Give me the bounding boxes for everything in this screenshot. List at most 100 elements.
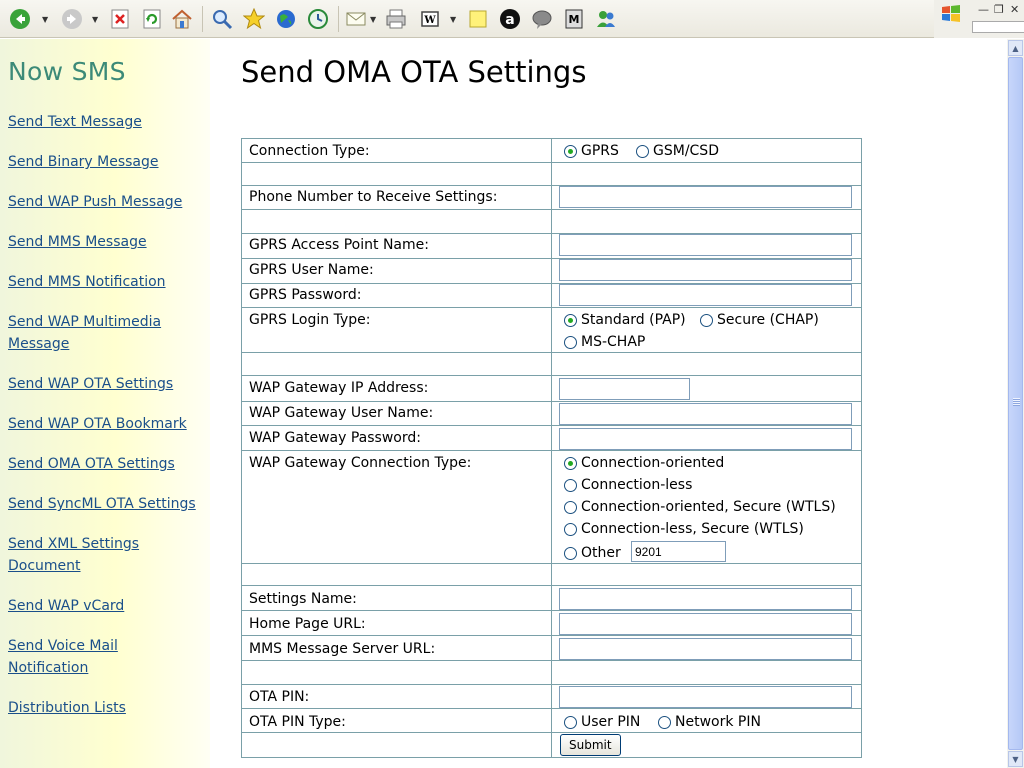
page-title: Send OMA OTA Settings [241, 55, 587, 89]
back-dropdown-icon[interactable]: ▼ [42, 15, 48, 24]
nav-distribution-lists[interactable]: Distribution Lists [8, 697, 208, 719]
label-wap-gateway-user: WAP Gateway User Name: [249, 405, 434, 421]
nav-send-syncml-ota-settings[interactable]: Send SyncML OTA Settings [8, 493, 208, 515]
label-wap-gateway-conn-type: WAP Gateway Connection Type: [249, 455, 472, 471]
nav-send-wap-push-message[interactable]: Send WAP Push Message [8, 191, 208, 213]
label-wap-gateway-password: WAP Gateway Password: [249, 430, 421, 446]
radio-other[interactable]: Other [564, 545, 621, 561]
ota-pin-input[interactable] [559, 686, 852, 708]
radio-network-pin[interactable]: Network PIN [658, 714, 761, 730]
gprs-password-input[interactable] [559, 284, 852, 306]
radio-unchecked-icon[interactable] [564, 500, 577, 514]
radio-connection-oriented-wtls[interactable]: Connection-oriented, Secure (WTLS) [564, 499, 836, 515]
nav-send-oma-ota-settings[interactable]: Send OMA OTA Settings [8, 453, 208, 475]
nav-send-wap-ota-settings[interactable]: Send WAP OTA Settings [8, 373, 208, 395]
radio-unchecked-icon[interactable] [658, 715, 671, 729]
nav-send-wap-vcard[interactable]: Send WAP vCard [8, 595, 208, 617]
radio-unchecked-icon[interactable] [564, 335, 577, 349]
vertical-scrollbar[interactable]: ▲ ▼ [1007, 39, 1024, 768]
note-icon[interactable] [466, 7, 490, 31]
ota-settings-form: Connection Type: Phone Number to Receive… [241, 138, 862, 758]
label-gprs-user: GPRS User Name: [249, 262, 374, 278]
label-ota-pin: OTA PIN: [249, 689, 310, 705]
label-phone-number: Phone Number to Receive Settings: [249, 189, 498, 205]
radio-gsm-csd[interactable]: GSM/CSD [636, 143, 719, 159]
discuss-icon[interactable] [530, 7, 554, 31]
back-icon[interactable] [8, 7, 32, 31]
window-controls: — ❐ ✕ [934, 0, 1024, 38]
radio-unchecked-icon[interactable] [564, 715, 577, 729]
radio-connection-oriented[interactable]: Connection-oriented [564, 455, 724, 471]
scroll-grip [1013, 398, 1020, 406]
home-page-url-input[interactable] [559, 613, 852, 635]
label-settings-name: Settings Name: [249, 591, 357, 607]
settings-name-input[interactable] [559, 588, 852, 610]
favorites-icon[interactable] [242, 7, 266, 31]
minimize-icon[interactable]: — [978, 3, 989, 16]
mail-dropdown-icon[interactable]: ▼ [370, 15, 376, 24]
address-bar-fragment[interactable] [972, 21, 1024, 33]
search-icon[interactable] [210, 7, 234, 31]
amazon-icon[interactable]: a [498, 7, 522, 31]
wap-gateway-user-input[interactable] [559, 403, 852, 425]
nav-send-text-message[interactable]: Send Text Message [8, 111, 208, 133]
radio-user-pin[interactable]: User PIN [564, 714, 640, 730]
label-gprs-apn: GPRS Access Point Name: [249, 237, 429, 253]
mail-icon[interactable] [344, 7, 368, 31]
phone-number-input[interactable] [559, 186, 852, 208]
radio-unchecked-icon[interactable] [564, 522, 577, 536]
forward-icon[interactable] [60, 7, 84, 31]
windows-logo-icon [942, 5, 960, 22]
wap-gateway-ip-input[interactable] [559, 378, 690, 400]
svg-text:W: W [423, 15, 436, 26]
radio-standard-pap[interactable]: Standard (PAP) [564, 312, 686, 328]
nav-send-xml-settings-document[interactable]: Send XML Settings Document [8, 533, 158, 577]
stop-icon[interactable] [108, 7, 132, 31]
radio-ms-chap[interactable]: MS-CHAP [564, 334, 645, 350]
nav-send-voice-mail-notification[interactable]: Send Voice Mail Notification [8, 635, 158, 679]
nav-send-wap-ota-bookmark[interactable]: Send WAP OTA Bookmark [8, 413, 208, 435]
nav-send-mms-notification[interactable]: Send MMS Notification [8, 271, 208, 293]
label-home-page-url: Home Page URL: [249, 616, 366, 632]
history-icon[interactable] [306, 7, 330, 31]
label-mms-server-url: MMS Message Server URL: [249, 641, 436, 657]
home-icon[interactable] [170, 7, 194, 31]
submit-button[interactable]: Submit [560, 734, 621, 756]
nav-send-binary-message[interactable]: Send Binary Message [8, 151, 208, 173]
edit-icon[interactable]: W [418, 7, 442, 31]
scroll-down-icon[interactable]: ▼ [1008, 751, 1023, 767]
radio-checked-icon[interactable] [564, 313, 577, 327]
radio-connection-less[interactable]: Connection-less [564, 477, 692, 493]
nav-send-wap-multimedia-message[interactable]: Send WAP Multimedia Message [8, 311, 178, 355]
refresh-icon[interactable] [140, 7, 164, 31]
radio-secure-chap[interactable]: Secure (CHAP) [700, 312, 819, 328]
gprs-apn-input[interactable] [559, 234, 852, 256]
label-gprs-login-type: GPRS Login Type: [249, 312, 371, 328]
restore-icon[interactable]: ❐ [994, 3, 1004, 16]
print-icon[interactable] [384, 7, 408, 31]
radio-checked-icon[interactable] [564, 144, 577, 158]
edit-dropdown-icon[interactable]: ▼ [450, 15, 456, 24]
mms-server-url-input[interactable] [559, 638, 852, 660]
radio-connection-less-wtls[interactable]: Connection-less, Secure (WTLS) [564, 521, 804, 537]
wap-gateway-password-input[interactable] [559, 428, 852, 450]
column-divider [551, 139, 552, 757]
other-port-input[interactable] [631, 541, 726, 562]
radio-gprs[interactable]: GPRS [564, 143, 619, 159]
radio-unchecked-icon[interactable] [700, 313, 713, 327]
scroll-thumb[interactable] [1008, 57, 1023, 750]
nav-send-mms-message[interactable]: Send MMS Message [8, 231, 208, 253]
close-icon[interactable]: ✕ [1010, 3, 1019, 16]
radio-unchecked-icon[interactable] [564, 478, 577, 492]
label-connection-type: Connection Type: [249, 143, 370, 159]
scroll-up-icon[interactable]: ▲ [1008, 40, 1023, 56]
contacts-icon[interactable] [594, 7, 618, 31]
forward-dropdown-icon[interactable]: ▼ [92, 15, 98, 24]
messenger-icon[interactable]: M [562, 7, 586, 31]
radio-unchecked-icon[interactable] [636, 144, 649, 158]
browser-toolbar: ▼ ▼ ▼ W ▼ a M [0, 0, 934, 38]
media-icon[interactable] [274, 7, 298, 31]
gprs-user-input[interactable] [559, 259, 852, 281]
radio-unchecked-icon[interactable] [564, 546, 577, 560]
radio-checked-icon[interactable] [564, 456, 577, 470]
